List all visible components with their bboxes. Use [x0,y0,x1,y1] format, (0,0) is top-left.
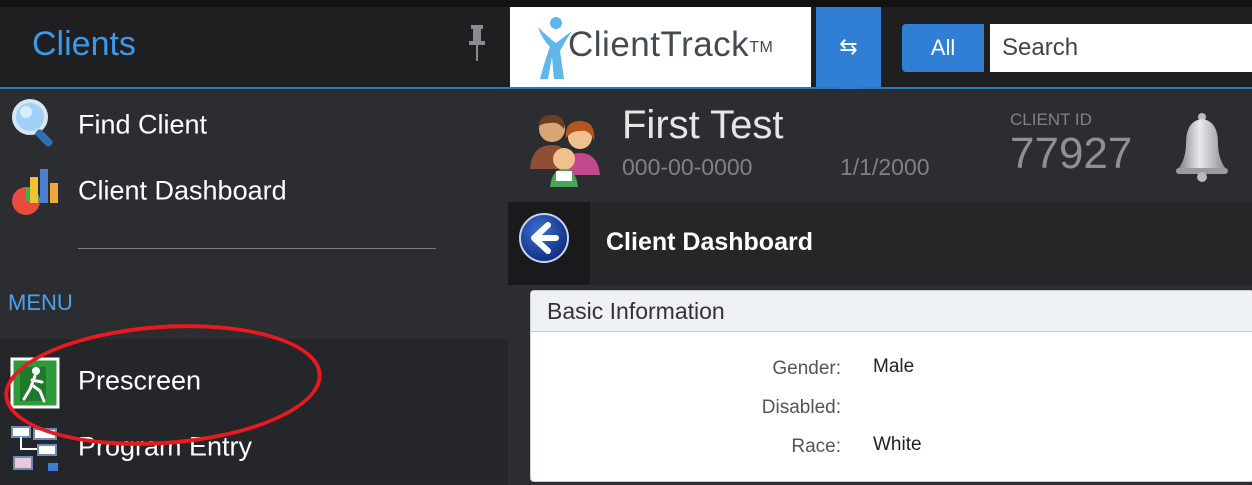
field-value: White [873,434,922,455]
panel-title: Basic Information [547,298,725,324]
panel-header: Basic Information [531,291,1252,332]
field-value: Male [873,356,915,377]
field-label: Disabled: [761,397,841,418]
client-header: First Test 000-00-0000 1/1/2000 CLIENT I… [508,89,1252,202]
dashboard-chart-icon [12,169,58,215]
field-label: Gender: [772,358,841,379]
search-scope-button[interactable]: All [902,24,984,72]
flowchart-icon [11,426,58,471]
sidebar-item-label: Find Client [78,109,208,140]
pin-icon[interactable] [466,23,488,63]
client-ssn: 000-00-0000 [622,154,753,180]
back-area [508,202,590,285]
client-name: First Test [622,103,784,147]
menu-list: Prescreen Program Entry [0,339,508,485]
bell-icon[interactable] [1172,111,1232,183]
top-bar: ClientTrackTM ⇆ All [508,7,1252,89]
client-dob: 1/1/2000 [840,154,930,180]
swap-button[interactable]: ⇆ [816,7,881,87]
logo-text: ClientTrackTM [568,25,774,64]
basic-information-panel: Basic Information Gender: Male Disabled:… [530,290,1252,482]
field-row: Race: White [531,432,1252,462]
sidebar-item-label: Client Dashboard [78,175,287,206]
menu-item-label: Prescreen [78,365,202,396]
sidebar-title: Clients [32,25,136,63]
magnifier-icon [12,99,53,147]
swap-arrows-icon: ⇆ [839,34,858,59]
back-arrow-icon[interactable] [518,212,570,264]
sidebar-header: Clients [0,7,508,89]
menu-item-program-entry[interactable]: Program Entry [0,415,508,479]
sidebar-item-find-client[interactable]: Find Client [0,93,508,157]
logo[interactable]: ClientTrackTM [510,7,811,87]
search-input[interactable] [990,24,1252,72]
sidebar: Clients Find Client Client Dashboard MEN… [0,7,508,485]
menu-section-label: MENU [8,290,73,315]
sidebar-item-client-dashboard[interactable]: Client Dashboard [0,159,508,223]
panel-body: Gender: Male Disabled: Race: White [531,332,1252,481]
main-area: ClientTrackTM ⇆ All First Test 000-00-00… [508,7,1252,485]
client-id-label: CLIENT ID [1010,110,1092,129]
top-band [0,0,1252,7]
field-row: Gender: Male [531,354,1252,384]
page-title: Client Dashboard [606,228,813,256]
client-group-avatar-icon [530,114,600,187]
menu-item-label: Program Entry [78,431,253,462]
field-label: Race: [791,436,841,457]
sidebar-divider [78,248,436,249]
menu-item-prescreen[interactable]: Prescreen [0,349,508,413]
exit-door-icon [10,357,60,409]
field-row: Disabled: [531,393,1252,423]
client-id-value: 77927 [1010,129,1133,178]
page-title-bar: Client Dashboard [508,202,1252,285]
